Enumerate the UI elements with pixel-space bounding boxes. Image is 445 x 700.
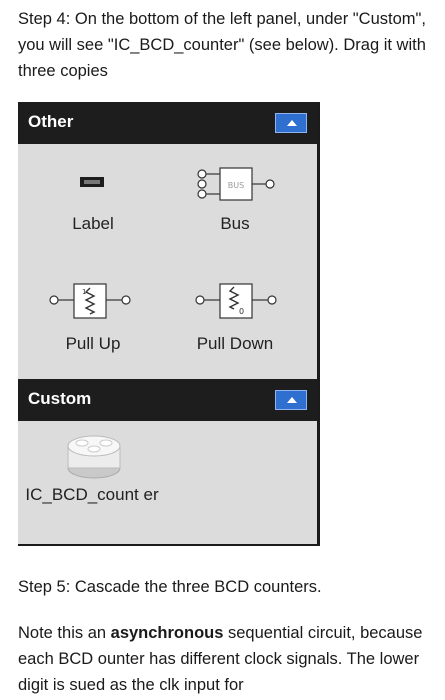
step4-text: Step 4: On the bottom of the left panel,… [18, 10, 426, 80]
ic-bcd-counter-component[interactable]: IC_BCD_count er [22, 432, 162, 505]
label-component[interactable]: Label [18, 162, 168, 234]
svg-text:0: 0 [239, 307, 244, 316]
step5-text: Step 5: Cascade the three BCD counters. [18, 578, 322, 596]
label-component-label: Label [72, 214, 114, 233]
custom-section-header[interactable]: Custom [18, 379, 317, 421]
other-section-title: Other [28, 112, 74, 131]
pull-down-component-label: Pull Down [196, 334, 274, 353]
bus-component-label: Bus [220, 214, 250, 233]
other-section-header[interactable]: Other [18, 102, 317, 144]
custom-section-title: Custom [28, 389, 92, 408]
pull-up-component-label: Pull Up [65, 334, 121, 353]
other-collapse-button[interactable] [275, 113, 307, 133]
note-paragraph: Note this an asynchronous sequential cir… [18, 620, 428, 698]
bus-icon: BUS [197, 167, 275, 201]
note-bold-term: asynchronous [110, 624, 224, 642]
note-prefix: Note this an [18, 624, 111, 642]
pull-down-component[interactable]: 0 Pull Down [160, 282, 310, 354]
bus-component[interactable]: BUS Bus [160, 162, 310, 234]
pull-up-component[interactable]: 1 Pull Up [18, 282, 168, 354]
svg-text:1: 1 [82, 288, 86, 296]
component-panel: Other Label BUS Bus 1 Pull Up 0 Pull Dow… [18, 102, 320, 546]
label-icon [80, 177, 104, 187]
ic-bcd-counter-label: IC_BCD_count er [25, 485, 159, 504]
pull-up-icon: 1 [49, 283, 131, 319]
pull-down-icon: 0 [195, 283, 277, 319]
custom-collapse-button[interactable] [275, 390, 307, 410]
svg-text:BUS: BUS [228, 181, 244, 190]
ic-component-icon [67, 435, 121, 479]
